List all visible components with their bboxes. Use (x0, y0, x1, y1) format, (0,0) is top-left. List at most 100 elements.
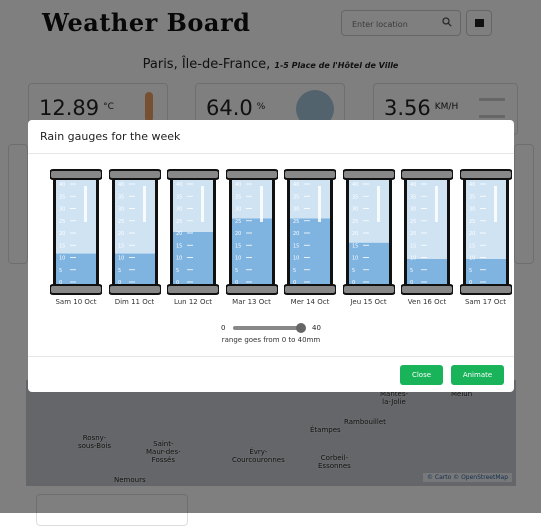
gauge-tick-label: 25 (176, 219, 182, 225)
gauge-tick-label: 10 (176, 256, 182, 262)
gauge-tick-label: 15 (469, 243, 475, 249)
gauge-tick-label: 40 (469, 182, 475, 188)
gauge-tick-label: 20 (59, 231, 65, 237)
gauge-tick-label: 30 (352, 207, 358, 213)
gauge-bottom-cap (459, 284, 512, 295)
gauge-top-cap (459, 169, 512, 180)
gauge-tick-label: 20 (293, 231, 299, 237)
gauge-tick-label: 10 (352, 256, 358, 262)
gauge-tick-label: 35 (235, 194, 241, 200)
gauge-top-cap (342, 169, 395, 180)
gauge-bottom-cap (342, 284, 395, 295)
rain-gauge: 4035302520151050 (284, 169, 336, 295)
gauge-tick-label: 35 (176, 194, 182, 200)
gauge-top-cap (50, 169, 102, 180)
animate-button[interactable]: Animate (451, 365, 504, 385)
gauge-shine (318, 186, 321, 222)
slider-thumb[interactable] (296, 323, 306, 333)
gauge-tick-label: 40 (235, 182, 241, 188)
rain-gauge: 4035302520151050 (108, 169, 161, 295)
gauge-tick-label: 35 (352, 194, 358, 200)
gauge-tick-label: 15 (118, 243, 124, 249)
gauge-tick-label: 15 (235, 243, 241, 249)
gauge-shine (259, 186, 263, 222)
gauge-tick-label: 10 (118, 256, 124, 262)
gauge-water (231, 218, 272, 286)
gauge-shine (376, 186, 380, 222)
gauge-tick-label: 35 (410, 194, 416, 200)
gauge-tick-label: 15 (352, 243, 358, 249)
slider-min-label: 0 (221, 324, 226, 332)
rain-gauge: 4035302520151050 (459, 169, 512, 295)
gauge-tick-label: 5 (410, 268, 413, 274)
gauge-tick-label: 30 (176, 207, 182, 213)
gauge-tick-label: 40 (352, 182, 358, 188)
gauge-tick-label: 35 (59, 194, 65, 200)
gauge-tick-label: 30 (118, 207, 124, 213)
gauge-tick-label: 15 (59, 243, 65, 249)
gauge-water (290, 218, 330, 286)
gauge-tick-label: 25 (118, 219, 124, 225)
gauge-tick-label: 5 (176, 268, 179, 274)
gauge-top-cap (401, 169, 453, 180)
range-slider[interactable] (233, 323, 306, 333)
gauge-tick-label: 25 (410, 219, 416, 225)
gauge-day-label: Mar 13 Oct (232, 298, 271, 306)
rain-gauge-modal: Rain gauges for the week 0 40 range goes… (28, 120, 514, 392)
modal-header: Rain gauges for the week (28, 120, 514, 154)
gauge-tick-label: 20 (176, 231, 182, 237)
rain-gauge: 4035302520151050 (225, 169, 278, 295)
gauge-tick-label: 15 (176, 243, 182, 249)
gauge-tick-label: 40 (59, 182, 65, 188)
gauge-tick-label: 10 (410, 256, 416, 262)
gauge-tick-label: 25 (352, 219, 358, 225)
rain-gauge: 4035302520151050 (401, 169, 453, 295)
gauge-tick-label: 40 (176, 182, 182, 188)
gauge-tick-label: 25 (235, 219, 241, 225)
gauge-shine (142, 186, 146, 222)
gauge-tick-label: 30 (469, 207, 475, 213)
gauge-tick-label: 40 (118, 182, 124, 188)
gauge-day-label: Ven 16 Oct (407, 298, 447, 306)
gauge-day-label: Sam 17 Oct (464, 298, 506, 306)
modal-title: Rain gauges for the week (40, 130, 181, 143)
gauge-top-cap (284, 169, 336, 180)
gauge-bottom-cap (401, 284, 453, 295)
rain-gauge: 4035302520151050 (50, 169, 102, 295)
close-button[interactable]: Close (400, 365, 443, 385)
gauge-tick-label: 20 (410, 231, 416, 237)
gauge-tick-label: 5 (235, 268, 238, 274)
gauge-tick-label: 10 (235, 256, 241, 262)
gauge-tick-label: 10 (59, 256, 65, 262)
gauge-tick-label: 10 (293, 256, 299, 262)
gauge-tick-label: 25 (293, 219, 299, 225)
gauge-tick-label: 25 (469, 219, 475, 225)
gauge-tick-label: 25 (59, 219, 65, 225)
gauge-shine (493, 186, 497, 222)
gauge-tick-label: 15 (293, 243, 299, 249)
gauge-top-cap (167, 169, 219, 180)
gauge-tick-label: 40 (293, 182, 299, 188)
gauge-tick-label: 35 (118, 194, 124, 200)
gauge-top-cap (108, 169, 161, 180)
gauge-bottom-cap (225, 284, 278, 295)
gauge-day-label: Lun 12 Oct (173, 298, 213, 306)
gauge-tick-label: 15 (410, 243, 416, 249)
gauge-tick-label: 20 (352, 231, 358, 237)
gauge-tick-label: 30 (410, 207, 416, 213)
gauge-tick-label: 35 (293, 194, 299, 200)
gauge-shine (201, 186, 204, 222)
gauge-tick-label: 5 (293, 268, 296, 274)
gauge-tick-label: 30 (235, 207, 241, 213)
gauge-day-label: Sam 10 Oct (55, 298, 97, 306)
gauge-day-label: Jeu 15 Oct (350, 298, 387, 306)
gauge-tick-label: 5 (59, 268, 62, 274)
gauge-top-cap (225, 169, 278, 180)
gauge-tick-label: 40 (410, 182, 416, 188)
gauge-shine (84, 186, 87, 222)
gauge-bottom-cap (108, 284, 161, 295)
gauge-tick-label: 35 (469, 194, 475, 200)
gauge-bottom-cap (50, 284, 102, 295)
gauge-tick-label: 5 (352, 268, 355, 274)
rain-gauge: 4035302520151050 (342, 169, 395, 295)
